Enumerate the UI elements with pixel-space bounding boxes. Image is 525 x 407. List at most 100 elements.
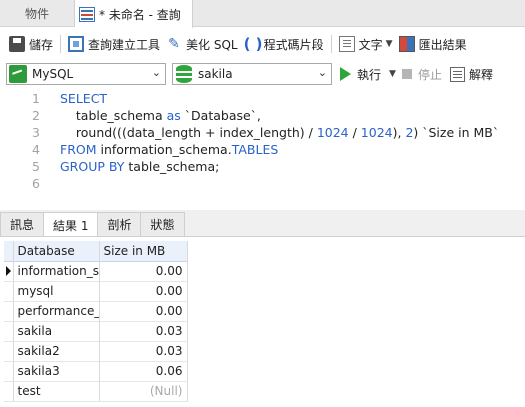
play-icon — [340, 67, 351, 81]
row-indicator — [4, 261, 14, 282]
sql-text: / — [348, 125, 361, 140]
query-toolbar: 儲存 查詢建立工具 ✎ 美化 SQL ( ) 程式碼片段 文字 ▼ 匯出結果 — [0, 28, 525, 60]
table-row[interactable]: performance_s 0.00 — [4, 301, 188, 322]
code-snippet-button[interactable]: ( ) 程式碼片段 — [241, 32, 327, 56]
cell-database[interactable]: mysql — [13, 281, 100, 302]
table-row[interactable]: information_sc 0.00 — [4, 261, 188, 282]
cell-database[interactable]: test — [13, 381, 100, 402]
cell-database[interactable]: information_sc — [13, 261, 100, 282]
line-number: 6 — [32, 176, 40, 191]
result-tab[interactable]: 狀態 — [140, 212, 185, 236]
tab-query-label: * 未命名 - 查詢 — [99, 7, 181, 22]
line-number: 3 — [32, 125, 40, 140]
export-label: 匯出結果 — [418, 37, 467, 52]
table-row[interactable]: sakila2 0.03 — [4, 341, 188, 362]
sql-text: `Database`, — [180, 108, 261, 123]
export-results-button[interactable]: 匯出結果 — [396, 32, 470, 56]
mysql-icon — [9, 65, 27, 83]
save-button[interactable]: 儲存 — [6, 32, 56, 56]
run-button[interactable]: 執行 ▼ — [340, 66, 396, 83]
code-line: SELECT — [60, 91, 107, 106]
result-tabs: 訊息 結果 1 剖析 狀態 — [0, 212, 185, 237]
cell-size[interactable]: 0.00 — [99, 281, 188, 302]
sql-text: ) `Size in MB` — [413, 125, 500, 140]
cell-database[interactable]: performance_s — [13, 301, 100, 322]
tab-objects[interactable]: 物件 — [0, 0, 75, 27]
query-builder-label: 查詢建立工具 — [88, 37, 161, 52]
sql-text: round(((data_length + index_length) / — [60, 125, 317, 140]
sql-number: 1024 — [316, 125, 349, 140]
line-number: 1 — [32, 91, 40, 106]
cell-size[interactable]: 0.03 — [99, 341, 188, 362]
result-tab[interactable]: 訊息 — [0, 212, 45, 236]
chevron-down-icon[interactable]: ▼ — [386, 39, 393, 49]
explain-button[interactable]: 解釋 — [449, 66, 493, 83]
cell-size[interactable]: (Null) — [99, 381, 188, 402]
text-button[interactable]: 文字 ▼ — [336, 32, 396, 56]
sql-text: information_schema. — [96, 142, 232, 157]
sql-number: 1024 — [360, 125, 393, 140]
query-icon — [79, 6, 95, 22]
result-tab[interactable]: 結果 1 — [43, 212, 99, 237]
toolbar-divider — [330, 35, 332, 53]
row-indicator-header — [4, 241, 14, 262]
cell-database[interactable]: sakila2 — [13, 341, 100, 362]
sql-text: table_schema — [60, 108, 167, 123]
line-number: 4 — [32, 142, 40, 157]
stop-button[interactable]: 停止 — [401, 66, 442, 83]
sql-keyword: as — [166, 108, 181, 123]
query-builder-icon — [68, 36, 85, 52]
sql-keyword: TABLES — [231, 142, 279, 157]
text-label: 文字 — [358, 37, 383, 52]
column-header-size[interactable]: Size in MB — [99, 241, 188, 262]
result-grid-area: Database Size in MB information_sc 0.00 my… — [0, 236, 525, 407]
beautify-label: 美化 SQL — [186, 37, 238, 52]
row-indicator — [4, 281, 14, 302]
table-row[interactable]: sakila 0.03 — [4, 321, 188, 342]
beautify-sql-button[interactable]: ✎ 美化 SQL — [163, 32, 241, 56]
cell-size[interactable]: 0.06 — [99, 361, 188, 382]
document-tab-strip: 物件 * 未命名 - 查詢 — [0, 0, 525, 28]
code-line: round(((data_length + index_length) / 10… — [60, 125, 499, 140]
connection-select[interactable]: MySQL ⌄ — [6, 63, 166, 85]
code-line: GROUP BY table_schema; — [60, 159, 219, 174]
cell-database[interactable]: sakila — [13, 321, 100, 342]
save-icon — [9, 36, 25, 52]
grid-header-row: Database Size in MB — [4, 241, 188, 262]
cell-size[interactable]: 0.03 — [99, 321, 188, 342]
chevron-down-icon[interactable]: ▼ — [389, 69, 396, 79]
current-row-arrow-icon — [6, 266, 11, 276]
toolbar-divider — [60, 35, 62, 53]
database-value: sakila — [198, 67, 233, 81]
column-header-database[interactable]: Database — [13, 241, 100, 262]
row-indicator — [4, 301, 14, 322]
cell-size[interactable]: 0.00 — [99, 261, 188, 282]
tab-query[interactable]: * 未命名 - 查詢 — [75, 0, 193, 28]
database-select[interactable]: sakila ⌄ — [172, 63, 332, 85]
cell-size[interactable]: 0.00 — [99, 301, 188, 322]
connection-value: MySQL — [32, 67, 74, 81]
explain-label: 解釋 — [468, 67, 493, 82]
table-row[interactable]: test (Null) — [4, 381, 188, 402]
sql-editor[interactable]: 1 2 3 4 5 6 SELECT table_schema as `Database`… — [0, 88, 525, 210]
row-indicator — [4, 381, 14, 402]
table-row[interactable]: mysql 0.00 — [4, 281, 188, 302]
sql-keyword: FROM — [60, 142, 97, 157]
table-row[interactable]: sakila3 0.06 — [4, 361, 188, 382]
connection-toolbar: MySQL ⌄ sakila ⌄ 執行 ▼ 停止 解釋 — [0, 60, 525, 88]
sql-keyword: GROUP BY — [60, 159, 125, 174]
chevron-down-icon: ⌄ — [151, 66, 161, 79]
cell-database[interactable]: sakila3 — [13, 361, 100, 382]
line-number: 2 — [32, 108, 40, 123]
result-tab[interactable]: 剖析 — [97, 212, 142, 236]
query-builder-button[interactable]: 查詢建立工具 — [65, 32, 163, 56]
result-grid: Database Size in MB information_sc 0.00 my… — [4, 241, 188, 402]
sql-text: table_schema; — [124, 159, 220, 174]
explain-icon — [449, 66, 465, 82]
code-line: FROM information_schema.TABLES — [60, 142, 278, 157]
database-icon — [176, 65, 192, 83]
stop-icon — [401, 69, 412, 79]
text-icon — [338, 36, 355, 52]
chevron-down-icon: ⌄ — [317, 66, 327, 79]
sql-text: ), — [392, 125, 406, 140]
